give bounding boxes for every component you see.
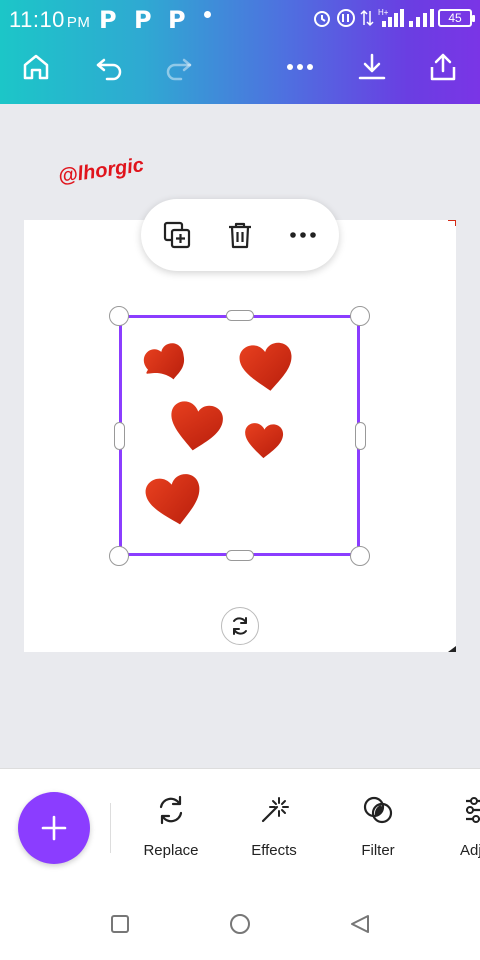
redo-icon [166, 58, 192, 81]
notification-dot-icon [204, 11, 211, 18]
rotate-icon [233, 617, 247, 635]
add-button[interactable] [18, 792, 90, 864]
nav-home-button[interactable] [228, 912, 252, 936]
effects-icon [261, 797, 289, 823]
context-more-button[interactable] [285, 217, 321, 253]
canvas-corner-mark [448, 220, 456, 226]
home-icon [23, 54, 49, 80]
status-bar: 11:10 PM P P P H+ 45 [0, 0, 480, 36]
sim-data-icon [337, 9, 355, 27]
replace-tool[interactable]: Replace [131, 792, 211, 862]
undo-button[interactable] [92, 50, 126, 84]
share-button[interactable] [426, 50, 460, 84]
resize-handle-bottom-left[interactable] [109, 546, 129, 566]
plus-icon [41, 815, 67, 841]
delete-icon [229, 222, 251, 249]
download-button[interactable] [355, 50, 389, 84]
resize-handle-top[interactable] [226, 310, 254, 321]
resize-handle-bottom-right[interactable] [350, 546, 370, 566]
status-time-value: 11:10 [9, 7, 65, 32]
battery-level: 45 [448, 11, 462, 25]
battery-icon: 45 [438, 9, 475, 27]
more-icon [290, 232, 316, 238]
top-header: 11:10 PM P P P H+ 45 [0, 0, 480, 104]
delete-button[interactable] [222, 217, 258, 253]
home-button[interactable] [19, 50, 53, 84]
filter-tool[interactable]: Filter [338, 792, 418, 862]
replace-icon [159, 795, 183, 825]
more-icon [287, 64, 313, 70]
toolbar-divider [110, 803, 111, 853]
alarm-icon [314, 11, 330, 27]
notification-p-icon: P [99, 6, 117, 34]
watermark-text: @lhorgic [56, 154, 146, 188]
notification-p-icon: P [168, 6, 186, 34]
effects-label: Effects [251, 842, 297, 859]
undo-icon [96, 58, 122, 81]
status-right-icons: H+ 45 [312, 7, 475, 29]
back-button[interactable] [348, 912, 372, 936]
resize-handle-top-left[interactable] [109, 306, 129, 326]
recents-icon [111, 915, 129, 933]
selection-frame [119, 315, 360, 556]
download-icon [358, 53, 386, 80]
more-options-button[interactable] [283, 50, 317, 84]
status-time: 11:10 PM [9, 7, 90, 33]
back-icon [351, 915, 369, 933]
notification-p-icon: P [134, 6, 152, 34]
rotate-button[interactable] [221, 607, 259, 645]
filter-icon [363, 796, 393, 824]
home-icon [230, 914, 250, 934]
adjust-tool[interactable]: Adj [436, 792, 480, 862]
resize-handle-left[interactable] [114, 422, 125, 450]
resize-handle-bottom[interactable] [226, 550, 254, 561]
resize-handle-right[interactable] [355, 422, 366, 450]
filter-label: Filter [361, 842, 395, 859]
duplicate-icon [163, 221, 191, 249]
resize-handle-top-right[interactable] [350, 306, 370, 326]
duplicate-button[interactable] [159, 217, 195, 253]
share-icon [430, 53, 456, 81]
recents-button[interactable] [108, 912, 132, 936]
redo-button[interactable] [162, 50, 196, 84]
adjust-label: Adj [460, 842, 480, 859]
signal-icon [409, 9, 434, 27]
canvas-corner-mark [448, 646, 456, 652]
adjust-icon [466, 797, 480, 823]
svg-text:H+: H+ [378, 8, 389, 17]
element-context-menu [141, 199, 339, 271]
status-time-ampm: PM [66, 14, 91, 31]
replace-label: Replace [143, 842, 199, 859]
signal-h-plus-icon: H+ [378, 8, 404, 27]
effects-tool[interactable]: Effects [234, 792, 314, 862]
data-arrows-icon [360, 9, 374, 27]
